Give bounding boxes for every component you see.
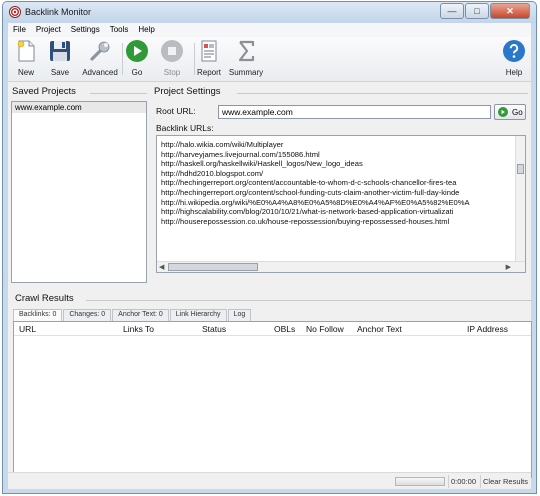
advanced-button[interactable]: Advanced: [80, 39, 120, 77]
report-label: Report: [196, 68, 221, 77]
go-toolbar-button[interactable]: Go: [117, 39, 157, 77]
client-area: File Project Settings Tools Help New Sav…: [8, 23, 532, 489]
divider: [237, 93, 528, 94]
help-icon: [503, 40, 525, 62]
clear-results-link[interactable]: Clear Results: [483, 477, 528, 486]
menu-settings[interactable]: Settings: [66, 23, 105, 37]
close-icon: ✕: [506, 5, 514, 16]
save-button[interactable]: Save: [40, 39, 80, 77]
stop-label: Stop: [163, 68, 181, 77]
menu-help[interactable]: Help: [133, 23, 159, 37]
root-url-label: Root URL:: [156, 106, 196, 116]
saved-projects-heading: Saved Projects: [12, 86, 76, 97]
scroll-thumb[interactable]: [168, 263, 258, 271]
table-header: URL Links To Status OBLs No Follow Ancho…: [14, 322, 531, 336]
column-header-obls[interactable]: OBLs: [274, 324, 295, 334]
divider: [86, 300, 532, 301]
window-title: Backlink Monitor: [25, 7, 92, 17]
horizontal-scrollbar[interactable]: ◀ ▶: [157, 261, 525, 272]
elapsed-time: 0:00:00: [450, 477, 476, 486]
column-header-url[interactable]: URL: [19, 324, 36, 334]
menu-bar: File Project Settings Tools Help: [8, 23, 531, 37]
toolbar: New Save Advanced Go Stop Report Summary…: [8, 37, 531, 82]
url-line: http://hechingerreport.org/content/schoo…: [161, 187, 460, 197]
new-label: New: [17, 68, 34, 77]
wrench-icon: [90, 41, 110, 61]
save-label: Save: [50, 68, 70, 77]
tab-link-hierarchy[interactable]: Link Hierarchy: [169, 309, 227, 321]
minimize-button[interactable]: —: [440, 3, 464, 19]
status-bar: 0:00:00 Clear Results: [8, 472, 531, 489]
play-icon: [498, 107, 508, 117]
divider: [90, 93, 147, 94]
column-header-status[interactable]: Status: [202, 324, 226, 334]
divider: [448, 475, 449, 488]
tab-anchor-text[interactable]: Anchor Text: 0: [112, 309, 169, 321]
url-line: http://hdhd2010.blogspot.com/: [161, 168, 264, 178]
column-header-no-follow[interactable]: No Follow: [306, 324, 344, 334]
scroll-left-icon[interactable]: ◀: [159, 263, 164, 271]
progress-bar: [395, 477, 445, 486]
summary-label: Summary: [228, 68, 264, 77]
window-controls: — □ ✕: [439, 3, 530, 19]
saved-projects-list[interactable]: www.example.com: [11, 101, 147, 283]
floppy-disk-icon: [50, 41, 70, 61]
scroll-thumb[interactable]: [517, 164, 524, 174]
url-line: http://halo.wikia.com/wiki/Multiplayer: [161, 140, 284, 149]
menu-file[interactable]: File: [8, 23, 31, 37]
menu-tools[interactable]: Tools: [105, 23, 134, 37]
scroll-right-icon[interactable]: ▶: [506, 263, 511, 271]
help-button[interactable]: Help: [494, 39, 534, 77]
app-window: Backlink Monitor — □ ✕ File Project Sett…: [2, 1, 537, 494]
list-item[interactable]: www.example.com: [12, 102, 146, 113]
play-icon: [126, 40, 148, 62]
url-line: http://harveyjames.livejournal.com/15508…: [161, 149, 320, 159]
new-document-icon: [17, 40, 35, 62]
results-tabs: Backlinks: 0 Changes: 0 Anchor Text: 0 L…: [13, 309, 252, 321]
stop-button[interactable]: Stop: [152, 39, 192, 77]
vertical-scrollbar[interactable]: [515, 136, 525, 262]
report-icon: [201, 40, 217, 62]
backlink-urls-textarea[interactable]: http://halo.wikia.com/wiki/Multiplayer h…: [156, 135, 526, 273]
crawl-results-heading: Crawl Results: [15, 293, 74, 304]
project-settings-heading: Project Settings: [154, 86, 221, 97]
title-bar[interactable]: Backlink Monitor — □ ✕: [3, 2, 536, 23]
report-button[interactable]: Report: [189, 39, 229, 77]
help-label: Help: [505, 68, 523, 77]
url-line: http://hi.wikipedia.org/wiki/%E0%A4%A8%E…: [161, 197, 470, 207]
url-line: http://haskell.org/haskellwiki/Haskell_l…: [161, 159, 363, 169]
minimize-icon: —: [447, 6, 457, 16]
advanced-label: Advanced: [82, 68, 118, 77]
maximize-button[interactable]: □: [465, 3, 489, 19]
column-header-anchor-text[interactable]: Anchor Text: [357, 324, 402, 334]
app-icon: [9, 6, 21, 18]
tab-log[interactable]: Log: [227, 309, 252, 321]
tab-changes[interactable]: Changes: 0: [63, 309, 112, 321]
go-label: Go: [131, 68, 143, 77]
maximize-icon: □: [474, 6, 480, 16]
menu-project[interactable]: Project: [31, 23, 66, 37]
tab-backlinks[interactable]: Backlinks: 0: [13, 309, 63, 321]
go-button-label: Go: [512, 107, 523, 117]
results-table[interactable]: URL Links To Status OBLs No Follow Ancho…: [13, 321, 532, 478]
url-line: http://highscalability.com/blog/2010/10/…: [161, 207, 454, 217]
go-button[interactable]: Go: [494, 104, 526, 120]
backlink-urls-content[interactable]: http://halo.wikia.com/wiki/Multiplayer h…: [161, 140, 513, 226]
column-header-ip-address[interactable]: IP Address: [467, 324, 508, 334]
stop-icon: [161, 40, 183, 62]
sigma-icon: [238, 40, 255, 62]
backlink-urls-label: Backlink URLs:: [156, 123, 214, 133]
divider: [480, 475, 481, 488]
url-line: http://hechingerreport.org/content/accou…: [161, 178, 457, 188]
url-line: http://houserepossession.co.uk/house-rep…: [161, 216, 450, 226]
summary-button[interactable]: Summary: [226, 39, 266, 77]
close-button[interactable]: ✕: [490, 3, 530, 19]
root-url-input[interactable]: [218, 105, 491, 119]
column-header-links-to[interactable]: Links To: [123, 324, 154, 334]
